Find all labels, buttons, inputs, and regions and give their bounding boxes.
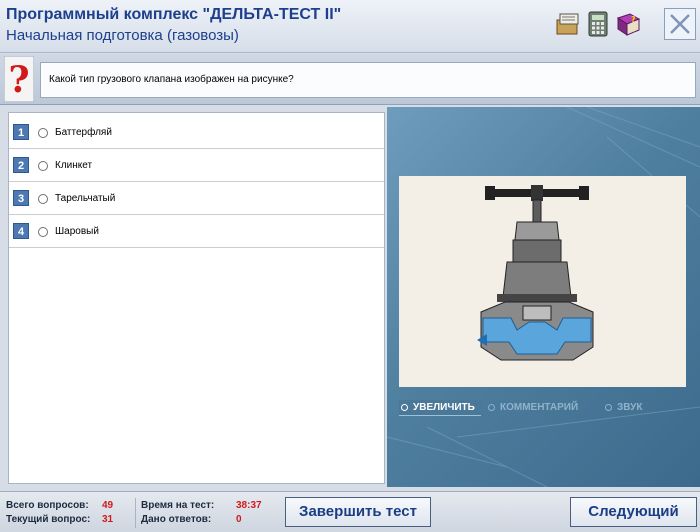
magnifier-icon <box>401 404 408 411</box>
svg-text:?: ? <box>8 59 29 101</box>
answer-label: Шаровый <box>55 226 99 237</box>
comment-button[interactable]: КОММЕНТАРИЙ <box>486 400 596 416</box>
question-text: Какой тип грузового клапана изображен на… <box>49 74 294 85</box>
notebook-icon[interactable] <box>554 10 582 38</box>
status-divider <box>135 498 136 528</box>
question-text-box: Какой тип грузового клапана изображен на… <box>40 62 696 98</box>
answer-option-3[interactable]: 3 Тарельчатый <box>9 182 384 215</box>
calculator-icon[interactable] <box>584 10 612 38</box>
close-icon <box>670 14 690 34</box>
answer-radio[interactable] <box>38 227 48 237</box>
answer-radio[interactable] <box>38 161 48 171</box>
total-questions-label: Всего вопросов: <box>6 500 89 511</box>
close-button[interactable] <box>664 8 696 40</box>
answered-value: 0 <box>236 514 242 525</box>
question-bar: ? Какой тип грузового клапана изображен … <box>0 54 700 105</box>
magnifier-icon <box>605 404 612 411</box>
svg-text:?: ? <box>631 15 636 24</box>
answer-radio[interactable] <box>38 194 48 204</box>
answer-radio[interactable] <box>38 128 48 138</box>
test-time-value: 38:37 <box>236 500 262 511</box>
status-bar: Всего вопросов: 49 Текущий вопрос: 31 Вр… <box>0 491 700 532</box>
test-time-label: Время на тест: <box>141 500 215 511</box>
app-title: Программный комплекс "ДЕЛЬТА-ТЕСТ II" <box>6 6 342 23</box>
answer-label: Клинкет <box>55 160 93 171</box>
next-button[interactable]: Следующий <box>570 497 697 527</box>
sound-label: ЗВУК <box>617 402 643 413</box>
answer-option-4[interactable]: 4 Шаровый <box>9 215 384 248</box>
zoom-button[interactable]: УВЕЛИЧИТЬ <box>399 400 481 416</box>
sound-button[interactable]: ЗВУК <box>603 400 663 416</box>
answer-number: 4 <box>13 223 29 239</box>
current-question-label: Текущий вопрос: <box>6 514 91 525</box>
answer-label: Баттерфляй <box>55 127 112 138</box>
total-questions-value: 49 <box>102 500 114 511</box>
answer-option-2[interactable]: 2 Клинкет <box>9 149 384 182</box>
zoom-label: УВЕЛИЧИТЬ <box>413 402 475 413</box>
answer-number: 3 <box>13 190 29 206</box>
answer-label: Тарельчатый <box>55 193 116 204</box>
valve-image <box>399 176 686 387</box>
question-image-panel: УВЕЛИЧИТЬ КОММЕНТАРИЙ ЗВУК <box>387 107 700 487</box>
course-subtitle: Начальная подготовка (газовозы) <box>6 27 239 44</box>
question-mark-icon: ? <box>4 56 34 102</box>
comment-label: КОММЕНТАРИЙ <box>500 402 579 413</box>
current-question-value: 31 <box>102 514 114 525</box>
help-book-icon[interactable]: ? <box>614 10 642 38</box>
answer-number: 2 <box>13 157 29 173</box>
answers-panel: 1 Баттерфляй 2 Клинкет 3 Тарельчатый 4 Ш… <box>8 112 385 484</box>
answered-label: Дано ответов: <box>141 514 212 525</box>
answer-number: 1 <box>13 124 29 140</box>
answer-option-1[interactable]: 1 Баттерфляй <box>9 116 384 149</box>
finish-test-button[interactable]: Завершить тест <box>285 497 431 527</box>
app-header: Программный комплекс "ДЕЛЬТА-ТЕСТ II" На… <box>0 0 700 53</box>
magnifier-icon <box>488 404 495 411</box>
valve-drawing <box>477 185 594 361</box>
